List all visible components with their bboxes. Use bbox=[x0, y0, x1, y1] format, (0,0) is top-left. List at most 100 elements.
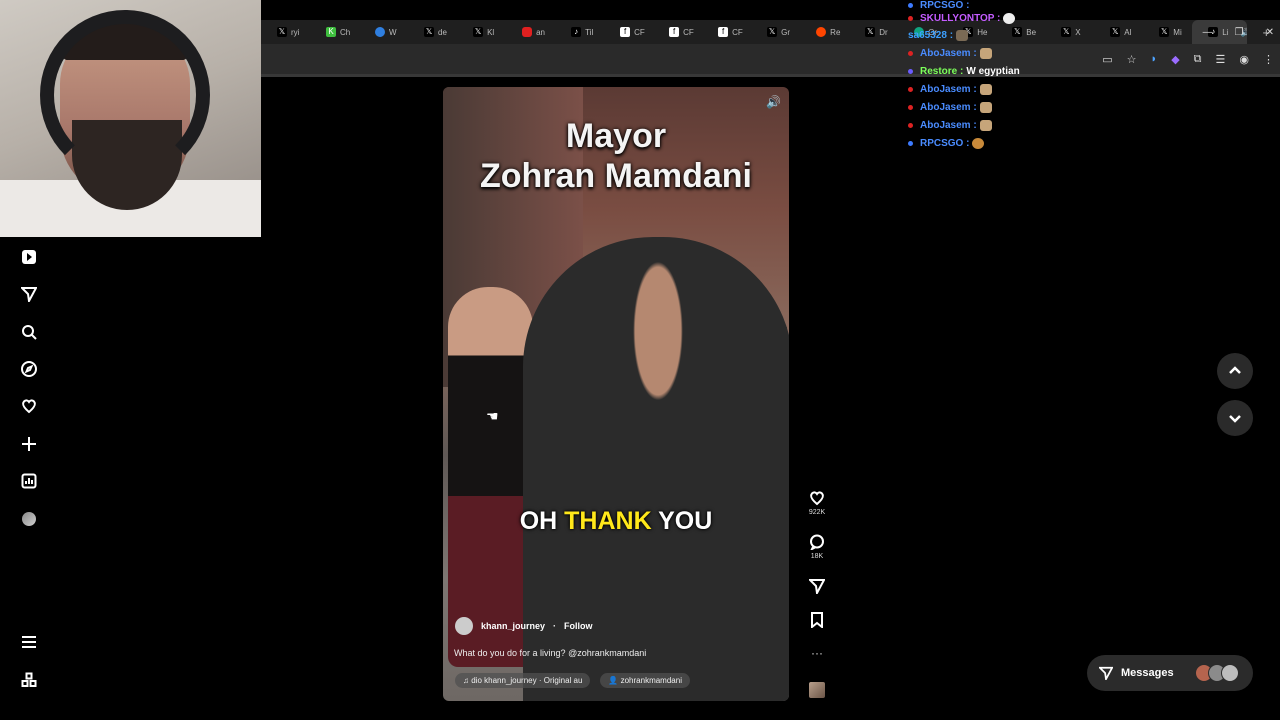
browser-tab[interactable]: K Ch bbox=[310, 27, 359, 37]
browser-tab[interactable]: W bbox=[359, 27, 408, 37]
chat-user: sa65328 : bbox=[908, 30, 954, 41]
previous-video-button[interactable] bbox=[1217, 353, 1253, 389]
x-icon: 𝕏 bbox=[1110, 27, 1121, 37]
explore-icon[interactable] bbox=[20, 360, 38, 378]
comment-icon bbox=[810, 534, 824, 550]
chat-message: Restore :W egyptian bbox=[908, 66, 1020, 77]
send-icon bbox=[1099, 666, 1113, 680]
cf-icon: f bbox=[669, 27, 680, 37]
chat-user: Restore : bbox=[920, 66, 964, 77]
more-button[interactable]: ··· bbox=[803, 646, 831, 660]
search-icon[interactable] bbox=[20, 323, 38, 341]
emote-icon bbox=[956, 30, 969, 41]
video-player[interactable]: Mayor Zohran Mamdani OH THANK YOU 🔊 khan… bbox=[443, 87, 789, 701]
extension-audio-icon[interactable]: ◗ bbox=[1151, 53, 1158, 65]
restore-button[interactable]: ❐ bbox=[1235, 27, 1244, 38]
browser-tab[interactable]: f CF bbox=[653, 27, 702, 37]
chat-user: RPCSGO : bbox=[920, 138, 970, 149]
video-meta: ♫ dio khann_journey · Original au 👤 zohr… bbox=[455, 673, 690, 688]
share-icon bbox=[809, 579, 825, 594]
author-separator: · bbox=[553, 621, 557, 631]
like-count: 922K bbox=[808, 509, 826, 516]
comment-count: 18K bbox=[810, 553, 824, 560]
browser-tab[interactable]: an bbox=[506, 27, 555, 37]
browser-tab[interactable]: 𝕏 Gr bbox=[751, 27, 800, 37]
browser-tab[interactable]: 𝕏ryi bbox=[261, 27, 310, 37]
browser-tab[interactable]: Re bbox=[800, 27, 849, 37]
badge-icon bbox=[908, 3, 913, 8]
like-button[interactable]: 922K bbox=[803, 490, 831, 516]
plus-icon[interactable] bbox=[20, 435, 38, 453]
emote-icon bbox=[979, 48, 992, 59]
browser-tab[interactable]: 𝕏 Mi bbox=[1143, 27, 1192, 37]
chat-message: AboJasem : bbox=[908, 48, 992, 59]
extensions-icon[interactable]: ⧉ bbox=[1194, 53, 1202, 66]
emote-icon bbox=[1003, 13, 1016, 24]
emote-icon bbox=[972, 138, 985, 149]
home-icon[interactable] bbox=[20, 248, 38, 266]
browser-tab[interactable]: ♪ Til bbox=[555, 27, 604, 37]
tab-search-icon[interactable]: ☰ bbox=[1216, 53, 1226, 66]
chat-message: AboJasem : bbox=[908, 102, 992, 113]
chat-message: sa65328 : bbox=[908, 30, 969, 41]
cast-icon[interactable]: ▭ bbox=[1102, 53, 1112, 66]
tagged-user-label: zohrankmamdani bbox=[620, 676, 682, 685]
browser-tab[interactable]: 𝕏 Be bbox=[996, 27, 1045, 37]
browser-tab[interactable]: f CF bbox=[702, 27, 751, 37]
message-avatars bbox=[1195, 664, 1239, 682]
sound-pill[interactable]: ♫ dio khann_journey · Original au bbox=[455, 673, 591, 688]
badge-icon bbox=[908, 123, 913, 128]
webcam-overlay bbox=[0, 0, 261, 237]
profile-avatar[interactable] bbox=[20, 510, 38, 528]
music-note-icon: ♫ bbox=[463, 676, 472, 685]
hamburger-menu-icon[interactable] bbox=[20, 633, 38, 651]
messages-button[interactable]: Messages bbox=[1087, 655, 1253, 691]
emote-icon bbox=[979, 84, 992, 95]
follow-button[interactable]: Follow bbox=[564, 621, 593, 631]
tagged-user-pill[interactable]: 👤 zohrankmamdani bbox=[600, 673, 690, 688]
browser-tab[interactable]: 𝕏 Al bbox=[1094, 27, 1143, 37]
video-title-line2: Zohran Mamdani bbox=[479, 157, 753, 195]
extension-shield-icon[interactable]: ◆ bbox=[1171, 53, 1179, 66]
chat-message: AboJasem : bbox=[908, 84, 992, 95]
browser-tab[interactable]: 𝕏 Dr bbox=[849, 27, 898, 37]
chat-user: SKULLYONTOP : bbox=[920, 13, 1001, 24]
apps-icon[interactable] bbox=[20, 671, 38, 689]
menu-icon[interactable]: ⋮ bbox=[1263, 53, 1274, 66]
minimize-button[interactable]: — bbox=[1203, 27, 1213, 38]
send-icon[interactable] bbox=[20, 285, 38, 303]
chat-text: W egyptian bbox=[966, 66, 1020, 77]
badge-icon bbox=[908, 69, 913, 74]
volume-icon[interactable]: 🔊 bbox=[766, 95, 781, 109]
caption-highlight: THANK bbox=[564, 507, 652, 535]
next-video-button[interactable] bbox=[1217, 400, 1253, 436]
chat-user: AboJasem : bbox=[920, 84, 977, 95]
author-avatar[interactable] bbox=[455, 617, 473, 635]
creator-thumbnail[interactable] bbox=[803, 682, 831, 698]
bookmark-button[interactable] bbox=[803, 612, 831, 631]
heart-icon[interactable] bbox=[20, 397, 38, 415]
comment-button[interactable]: 18K bbox=[803, 534, 831, 560]
badge-icon bbox=[908, 105, 913, 110]
badge-icon bbox=[908, 87, 913, 92]
browser-tab[interactable]: f CF bbox=[604, 27, 653, 37]
analytics-icon[interactable] bbox=[20, 472, 38, 490]
chat-user: RPCSGO : bbox=[920, 0, 970, 11]
chat-message: SKULLYONTOP : bbox=[908, 13, 1016, 24]
webcam-headset bbox=[40, 10, 210, 180]
bookmark-star-icon[interactable]: ☆ bbox=[1127, 53, 1137, 66]
heart-icon bbox=[810, 491, 824, 506]
close-window-button[interactable]: ✕ bbox=[1266, 27, 1274, 38]
browser-tab[interactable]: 𝕏X bbox=[1045, 27, 1094, 37]
browser-tab-strip: 𝕏ryi K Ch W 𝕏de 𝕏 Kl an ♪ Til f CF f CF f CF 𝕏… bbox=[261, 20, 1280, 44]
share-button[interactable] bbox=[803, 578, 831, 597]
x-icon: 𝕏 bbox=[767, 27, 778, 37]
author-name[interactable]: khann_journey bbox=[481, 621, 545, 631]
emote-icon bbox=[979, 102, 992, 113]
browser-tab[interactable]: 𝕏 Kl bbox=[457, 27, 506, 37]
toolbar-icons: ▭ ☆ ◗ ◆ ⧉ ☰ ◉ ⋮ bbox=[1102, 44, 1274, 74]
profile-icon[interactable]: ◉ bbox=[1239, 53, 1249, 66]
caption-pre: OH bbox=[519, 507, 565, 535]
browser-tab[interactable]: 𝕏de bbox=[408, 27, 457, 37]
cf-icon: f bbox=[620, 27, 631, 37]
